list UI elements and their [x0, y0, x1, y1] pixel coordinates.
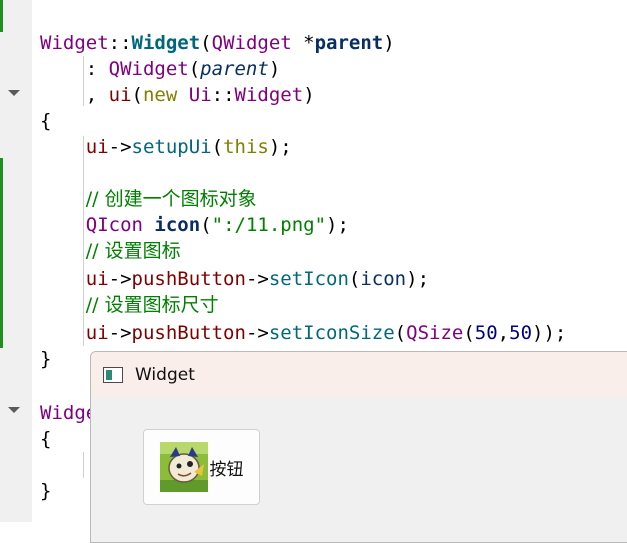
- code-line: ui->pushButton->setIconSize(QSize(50,50)…: [85, 322, 567, 344]
- push-button[interactable]: 按钮: [143, 429, 260, 505]
- code-line: , ui(new Ui::Widget): [40, 84, 315, 106]
- code-line: Widget::Widget(QWidget *parent): [40, 32, 395, 54]
- code-line: ui->setupUi(this);: [85, 136, 292, 158]
- code-line: Widge: [40, 402, 98, 424]
- code-line: }: [40, 348, 52, 370]
- widget-window[interactable]: Widget 按钮: [90, 351, 627, 543]
- editor-gutter: [0, 0, 32, 522]
- code-line: QIcon icon(":/11.png");: [85, 214, 349, 236]
- push-button-label: 按钮: [209, 459, 244, 480]
- code-line: // 设置图标尺寸: [85, 294, 219, 316]
- window-title: Widget: [135, 364, 195, 385]
- code-line: : QWidget(parent): [40, 58, 281, 80]
- code-line: ui->pushButton->setIcon(icon);: [85, 268, 430, 290]
- window-app-icon: [103, 366, 123, 383]
- fold-arrow-icon[interactable]: [8, 90, 20, 96]
- change-marker: [0, 0, 3, 32]
- code-line: {: [40, 110, 52, 132]
- window-titlebar[interactable]: Widget: [91, 352, 627, 397]
- fold-arrow-icon[interactable]: [8, 407, 20, 413]
- indent-guide: [83, 452, 84, 478]
- cartoon-image-icon: [159, 442, 208, 492]
- code-line: {: [40, 428, 52, 450]
- code-line: // 创建一个图标对象: [85, 188, 257, 210]
- code-line: }: [40, 480, 52, 502]
- change-marker: [0, 158, 3, 348]
- code-line: // 设置图标: [85, 240, 181, 262]
